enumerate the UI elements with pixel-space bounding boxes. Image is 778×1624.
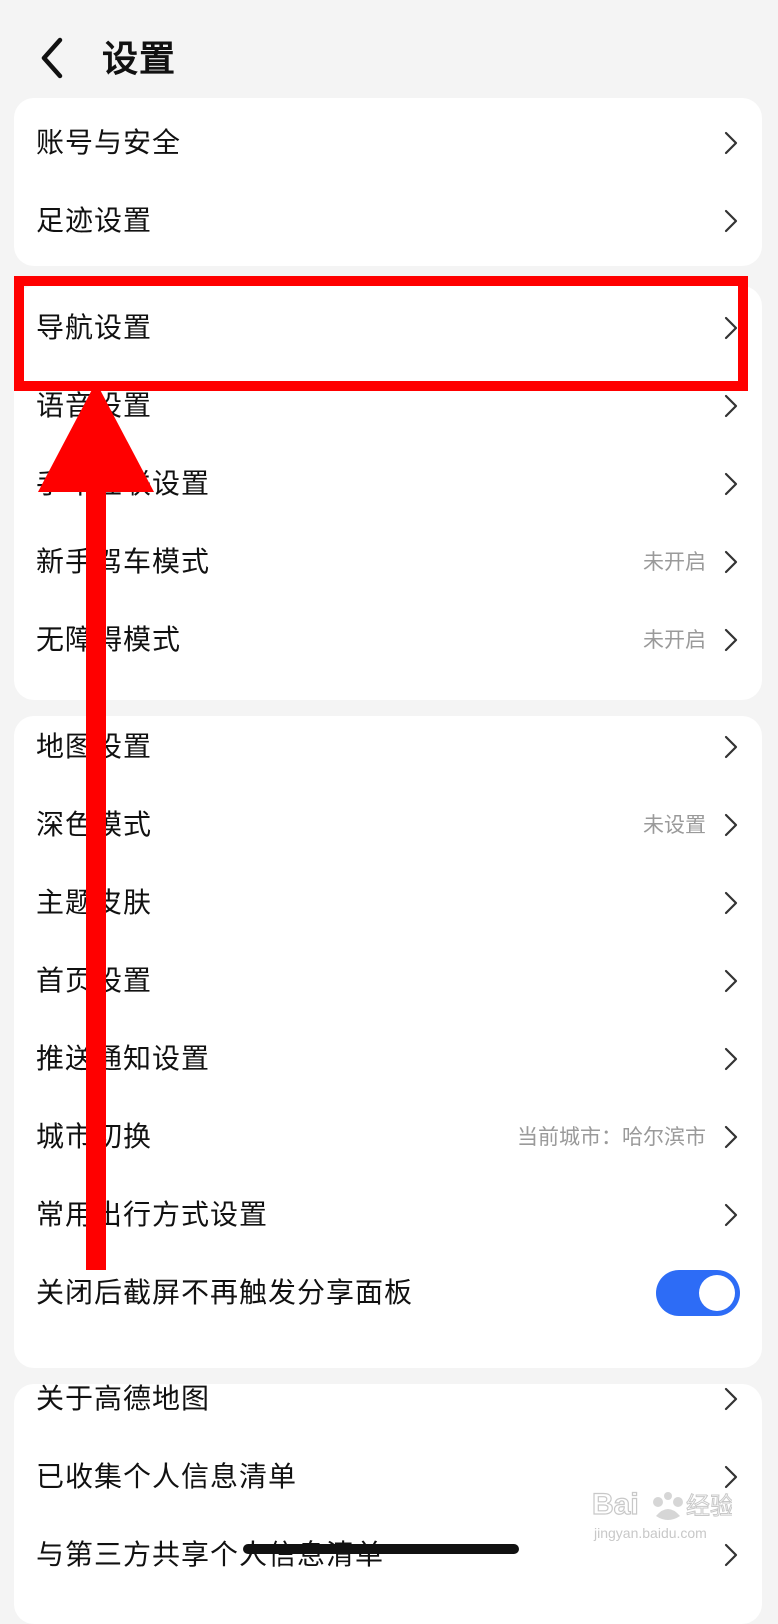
home-indicator: [243, 1544, 519, 1554]
settings-item-value: 未设置: [643, 813, 706, 837]
settings-item-voice[interactable]: 语音设置: [14, 367, 762, 445]
chevron-right-icon: [724, 1465, 738, 1489]
settings-item-label: 账号与安全: [36, 126, 182, 159]
chevron-right-icon: [724, 1125, 738, 1149]
chevron-right-icon: [724, 472, 738, 496]
header: 设置: [0, 0, 778, 96]
chevron-right-icon: [724, 209, 738, 233]
settings-item-label: 深色模式: [36, 808, 153, 841]
settings-item-value: 未开启: [643, 550, 706, 574]
settings-item-account-security[interactable]: 账号与安全: [14, 104, 762, 182]
settings-item-screenshot-share: 关闭后截屏不再触发分享面板: [14, 1254, 762, 1332]
settings-item-shared-info[interactable]: 与第三方共享个人信息清单: [14, 1516, 762, 1594]
chevron-right-icon: [724, 1387, 738, 1411]
settings-item-label: 新手驾车模式: [36, 545, 211, 578]
settings-item-label: 与第三方共享个人信息清单: [36, 1538, 385, 1571]
settings-item-travel-mode[interactable]: 常用出行方式设置: [14, 1176, 762, 1254]
back-button[interactable]: [30, 34, 78, 82]
settings-group-account: 账号与安全 足迹设置: [14, 98, 762, 266]
settings-group-about: 关于高德地图 已收集个人信息清单 与第三方共享个人信息清单: [14, 1382, 762, 1624]
settings-item-label: 城市切换: [36, 1120, 153, 1153]
settings-item-dark-mode[interactable]: 深色模式 未设置: [14, 786, 762, 864]
chevron-right-icon: [724, 735, 738, 759]
settings-item-push-notifications[interactable]: 推送通知设置: [14, 1020, 762, 1098]
chevron-right-icon: [724, 1047, 738, 1071]
chevron-left-icon: [41, 37, 63, 79]
chevron-right-icon: [724, 813, 738, 837]
settings-item-car-link[interactable]: 手车互联设置: [14, 445, 762, 523]
settings-item-about[interactable]: 关于高德地图: [14, 1360, 762, 1438]
chevron-right-icon: [724, 891, 738, 915]
settings-item-value: 当前城市：哈尔滨市: [517, 1125, 706, 1149]
settings-item-label: 关闭后截屏不再触发分享面板: [36, 1276, 414, 1309]
settings-group-display: 地图设置 深色模式 未设置 主题皮肤 首页设置 推送通知设置 城市切换 当前城市…: [14, 716, 762, 1368]
settings-item-label: 首页设置: [36, 964, 153, 997]
settings-item-map[interactable]: 地图设置: [14, 708, 762, 786]
chevron-right-icon: [724, 394, 738, 418]
settings-item-label: 地图设置: [36, 730, 153, 763]
settings-item-accessibility-mode[interactable]: 无障碍模式 未开启: [14, 601, 762, 679]
screenshot-share-toggle[interactable]: [656, 1270, 740, 1316]
settings-item-label: 足迹设置: [36, 204, 153, 237]
chevron-right-icon: [724, 131, 738, 155]
settings-item-footprint[interactable]: 足迹设置: [14, 182, 762, 260]
settings-item-novice-mode[interactable]: 新手驾车模式 未开启: [14, 523, 762, 601]
settings-item-home-page[interactable]: 首页设置: [14, 942, 762, 1020]
settings-item-label: 关于高德地图: [36, 1382, 211, 1415]
settings-item-label: 语音设置: [36, 389, 153, 422]
settings-item-value: 未开启: [643, 628, 706, 652]
settings-item-collected-info[interactable]: 已收集个人信息清单: [14, 1438, 762, 1516]
settings-item-label: 主题皮肤: [36, 886, 153, 919]
settings-item-city-switch[interactable]: 城市切换 当前城市：哈尔滨市: [14, 1098, 762, 1176]
settings-item-label: 常用出行方式设置: [36, 1198, 269, 1231]
toggle-knob: [699, 1275, 735, 1311]
settings-item-label: 手车互联设置: [36, 467, 211, 500]
settings-item-label: 已收集个人信息清单: [36, 1460, 298, 1493]
page-title: 设置: [102, 39, 177, 80]
chevron-right-icon: [724, 1543, 738, 1567]
settings-group-navigation: 导航设置 语音设置 手车互联设置 新手驾车模式 未开启 无障碍模式 未开启: [14, 286, 762, 700]
settings-item-label: 无障碍模式: [36, 623, 182, 656]
settings-item-label: 推送通知设置: [36, 1042, 211, 1075]
settings-item-navigation[interactable]: 导航设置: [14, 289, 762, 367]
chevron-right-icon: [724, 969, 738, 993]
chevron-right-icon: [724, 628, 738, 652]
settings-item-theme-skin[interactable]: 主题皮肤: [14, 864, 762, 942]
settings-item-label: 导航设置: [36, 311, 153, 344]
chevron-right-icon: [724, 550, 738, 574]
chevron-right-icon: [724, 1203, 738, 1227]
chevron-right-icon: [724, 316, 738, 340]
